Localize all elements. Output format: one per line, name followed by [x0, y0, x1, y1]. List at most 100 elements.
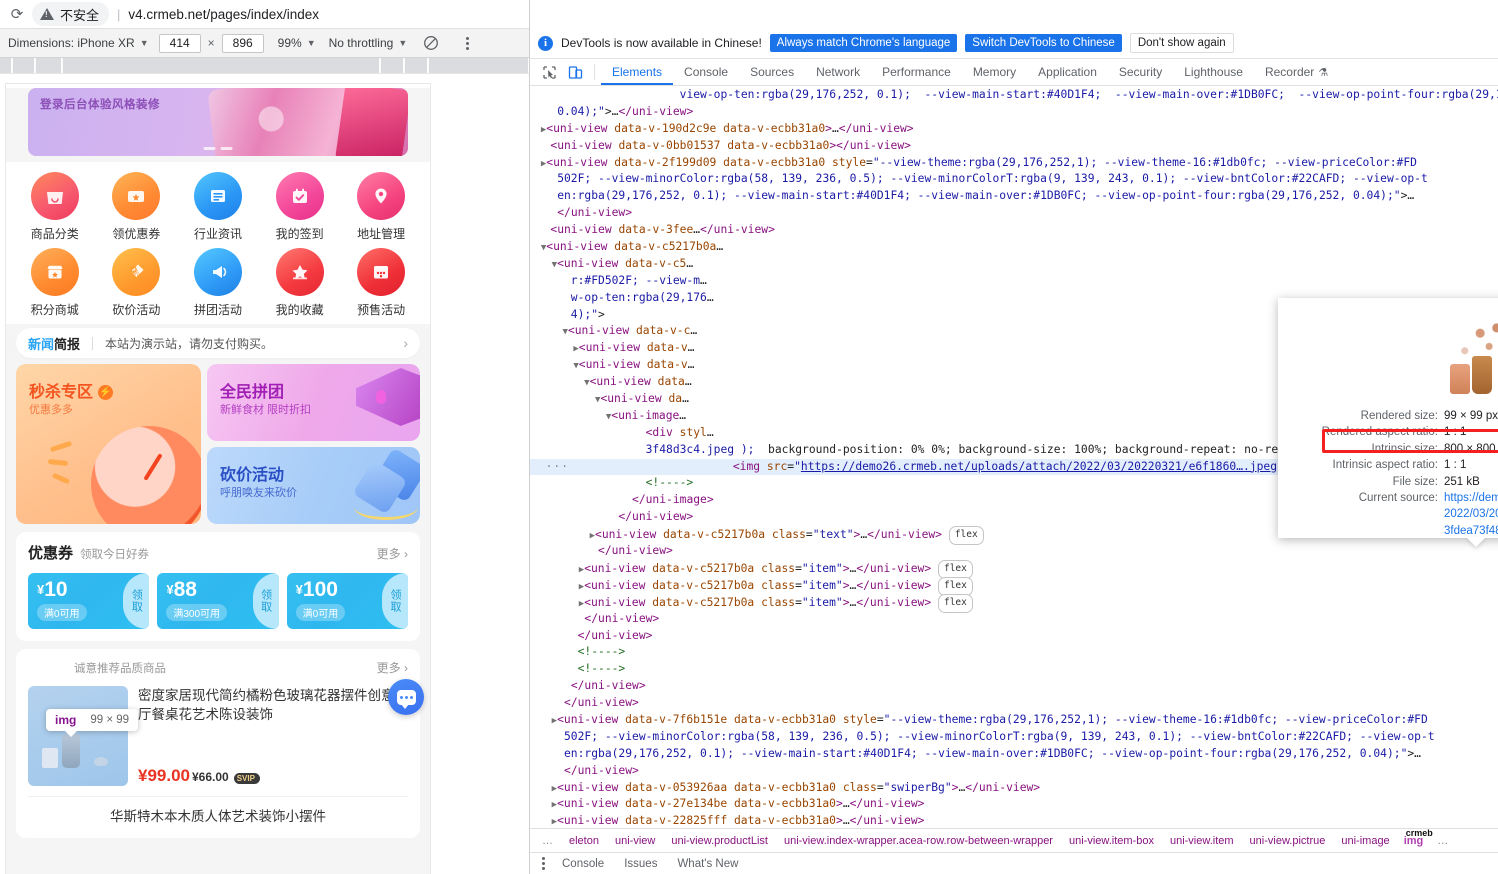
- dimensions-label[interactable]: Dimensions: iPhone XR: [8, 36, 135, 50]
- coupon-claim-button[interactable]: 领取: [123, 573, 150, 629]
- coupon-item-0[interactable]: ¥10 满0可用 领取: [28, 573, 150, 629]
- breadcrumb-item-pictrue[interactable]: uni-view.pictrue: [1242, 835, 1334, 847]
- code-line[interactable]: ▶<uni-view data-v-c5217b0a class="item">…: [530, 576, 1498, 596]
- info-circle-icon: i: [538, 35, 553, 51]
- reload-icon[interactable]: ⟳: [6, 3, 28, 25]
- tab-lighthouse[interactable]: Lighthouse: [1173, 59, 1254, 85]
- code-line[interactable]: ▶<uni-view data-v-190d2c9e data-v-ecbb31…: [530, 121, 1498, 138]
- current-source-value[interactable]: https://demo26.crmeb.net/uploads/attach/…: [1444, 490, 1498, 539]
- always-match-language-button[interactable]: Always match Chrome's language: [769, 34, 958, 52]
- category-item-0[interactable]: 商品分类: [14, 172, 96, 242]
- chat-bubble-icon[interactable]: [388, 679, 424, 715]
- chevron-right-icon[interactable]: ›: [403, 335, 408, 351]
- site-security-chip[interactable]: 不安全: [32, 2, 110, 26]
- throttling-select[interactable]: No throttling: [329, 36, 394, 50]
- intrinsic-ratio-value: 1 : 1: [1444, 459, 1467, 472]
- svip-badge: SVIP: [233, 773, 260, 784]
- category-item-2[interactable]: 行业资讯: [177, 172, 259, 242]
- tab-performance[interactable]: Performance: [871, 59, 962, 85]
- chevron-down-icon[interactable]: ▼: [140, 38, 149, 48]
- code-line[interactable]: <uni-view data-v-0bb01537 data-v-ecbb31a…: [530, 138, 1498, 155]
- zoom-chevron-down-icon[interactable]: ▼: [307, 38, 316, 48]
- hero-banner[interactable]: 登录后台体验风格装修: [28, 88, 408, 156]
- coupon-item-1[interactable]: ¥88 满300可用 领取: [157, 573, 279, 629]
- code-line[interactable]: ▶<uni-view data-v-27e134be data-v-ecbb31…: [530, 796, 1498, 813]
- inspect-element-icon[interactable]: [536, 61, 562, 83]
- width-input[interactable]: 414: [158, 33, 201, 53]
- code-line[interactable]: <uni-view data-v-3fee…</uni-view>: [530, 222, 1498, 239]
- breadcrumb-overflow-right[interactable]: …: [1429, 835, 1456, 847]
- coupon-claim-button[interactable]: 领取: [252, 573, 279, 629]
- tab-elements[interactable]: Elements: [601, 59, 674, 85]
- elements-tree[interactable]: view-op-ten:rgba(29,176,252, 0.1); --vie…: [530, 86, 1498, 828]
- category-item-5[interactable]: 积分商城: [14, 248, 96, 318]
- code-line[interactable]: ▶<uni-view data-v-2f199d09 data-v-ecbb31…: [530, 155, 1498, 172]
- tab-memory[interactable]: Memory: [962, 59, 1027, 85]
- throttling-chevron-down-icon[interactable]: ▼: [398, 38, 407, 48]
- category-item-6[interactable]: % 砍价活动: [96, 248, 178, 318]
- coupon-more-link[interactable]: 更多 ›: [377, 545, 408, 562]
- breadcrumb-overflow-left[interactable]: …: [534, 835, 561, 847]
- coupon-list: ¥10 满0可用 领取 ¥88 满300可用 领取 ¥100 满0可用 领取: [28, 573, 408, 629]
- code-line[interactable]: ▼<uni-view data-v-c5217b0a…: [530, 239, 1498, 256]
- code-line: </uni-view>: [564, 763, 639, 777]
- kebab-menu-icon[interactable]: [534, 857, 552, 870]
- coupon-item-2[interactable]: ¥100 满0可用 领取: [286, 573, 408, 629]
- rendered-size-label: Rendered size:: [1360, 410, 1438, 422]
- devtools-tabbar: Elements Console Sources Network Perform…: [530, 59, 1498, 86]
- tab-console[interactable]: Console: [673, 59, 739, 85]
- height-input[interactable]: 896: [221, 33, 264, 53]
- tab-sources[interactable]: Sources: [739, 59, 805, 85]
- code-line[interactable]: ▼<uni-view data-v-c5…: [530, 256, 1498, 273]
- code-line[interactable]: ▶<uni-view data-v-7f6b151e data-v-ecbb31…: [530, 712, 1498, 729]
- code-line[interactable]: ▶<uni-view data-v-c5217b0a class="item">…: [530, 593, 1498, 613]
- drawer-tab-console[interactable]: Console: [552, 858, 614, 870]
- url-text[interactable]: v4.crmeb.net/pages/index/index: [128, 7, 319, 22]
- no-throttle-icon[interactable]: [423, 35, 439, 51]
- switch-language-button[interactable]: Switch DevTools to Chinese: [965, 34, 1122, 52]
- vase-art: [62, 734, 80, 768]
- category-item-7[interactable]: 拼团活动: [177, 248, 259, 318]
- breadcrumb-item-skeleton[interactable]: eleton: [561, 835, 607, 847]
- category-item-9[interactable]: 预售活动: [340, 248, 422, 318]
- news-bar[interactable]: 新闻简报 本站为演示站，请勿支付购买。 ›: [16, 328, 420, 358]
- drawer-tab-whats-new[interactable]: What's New: [667, 858, 748, 870]
- code-line: 502F; --view-minorColor:rgba(58, 139, 23…: [530, 172, 1428, 186]
- breadcrumb-item-uni-view[interactable]: uni-view: [607, 835, 663, 847]
- promo-seckill[interactable]: 秒杀专区 ⚡ 优惠多多: [16, 364, 201, 524]
- product-card: 诚意推荐品质商品 更多 › 密度家居现代简约橘粉色玻璃花器摆件创意客厅餐桌花艺术…: [16, 649, 420, 838]
- code-line[interactable]: ▶<uni-view data-v-053926aa data-v-ecbb31…: [530, 780, 1498, 797]
- breadcrumb-item-item[interactable]: uni-view.item: [1162, 835, 1242, 847]
- breadcrumb-item-index-wrapper[interactable]: uni-view.index-wrapper.acea-row.row-betw…: [776, 835, 1061, 847]
- tab-application[interactable]: Application: [1027, 59, 1108, 85]
- product-item[interactable]: 密度家居现代简约橘粉色玻璃花器摆件创意客厅餐桌花艺术陈设装饰 ¥99.00 ¥6…: [28, 686, 408, 786]
- tab-security[interactable]: Security: [1108, 59, 1173, 85]
- promo-title: 全民拼团: [220, 384, 285, 401]
- devtools-top-spacer: [530, 0, 1498, 28]
- coupon-claim-button[interactable]: 领取: [381, 573, 408, 629]
- tab-network[interactable]: Network: [805, 59, 871, 85]
- code-line[interactable]: ▶<uni-view data-v-22825fff data-v-ecbb31…: [530, 813, 1498, 828]
- category-item-4[interactable]: 地址管理: [340, 172, 422, 242]
- category-label: 地址管理: [357, 227, 406, 241]
- code-line: r:#FD502F; --view-m…: [530, 273, 707, 287]
- code-line[interactable]: ▶<uni-view data-v-c5217b0a class="item">…: [530, 559, 1498, 579]
- location-pin-icon: [357, 172, 406, 220]
- drawer-tab-issues[interactable]: Issues: [614, 858, 667, 870]
- breadcrumb-item-uni-image[interactable]: uni-image: [1333, 835, 1397, 847]
- dismiss-banner-button[interactable]: Don't show again: [1129, 33, 1234, 53]
- zoom-level[interactable]: 99%: [278, 36, 302, 50]
- promo-bargain[interactable]: 砍价活动 呼朋唤友来砍价: [207, 447, 420, 524]
- product-more-link[interactable]: 更多 ›: [377, 659, 408, 676]
- breadcrumb-item-productlist[interactable]: uni-view.productList: [663, 835, 776, 847]
- device-toolbar-icon[interactable]: [562, 61, 588, 83]
- tab-recorder[interactable]: Recorder: [1254, 59, 1318, 85]
- kebab-menu-icon[interactable]: [459, 36, 475, 50]
- category-item-3[interactable]: 我的签到: [259, 172, 341, 242]
- category-item-1[interactable]: 领优惠券: [96, 172, 178, 242]
- breadcrumb-item-item-box[interactable]: uni-view.item-box: [1061, 835, 1162, 847]
- promo-group-buy[interactable]: 全民拼团 新鲜食材 限时折扣: [207, 364, 420, 441]
- category-item-8[interactable]: 我的收藏: [259, 248, 341, 318]
- promo-title-text: 秒杀专区: [29, 384, 94, 401]
- coupon-card: 优惠券 领取今日好券 更多 › ¥10 满0可用 领取 ¥88 满300可用 领…: [16, 532, 420, 641]
